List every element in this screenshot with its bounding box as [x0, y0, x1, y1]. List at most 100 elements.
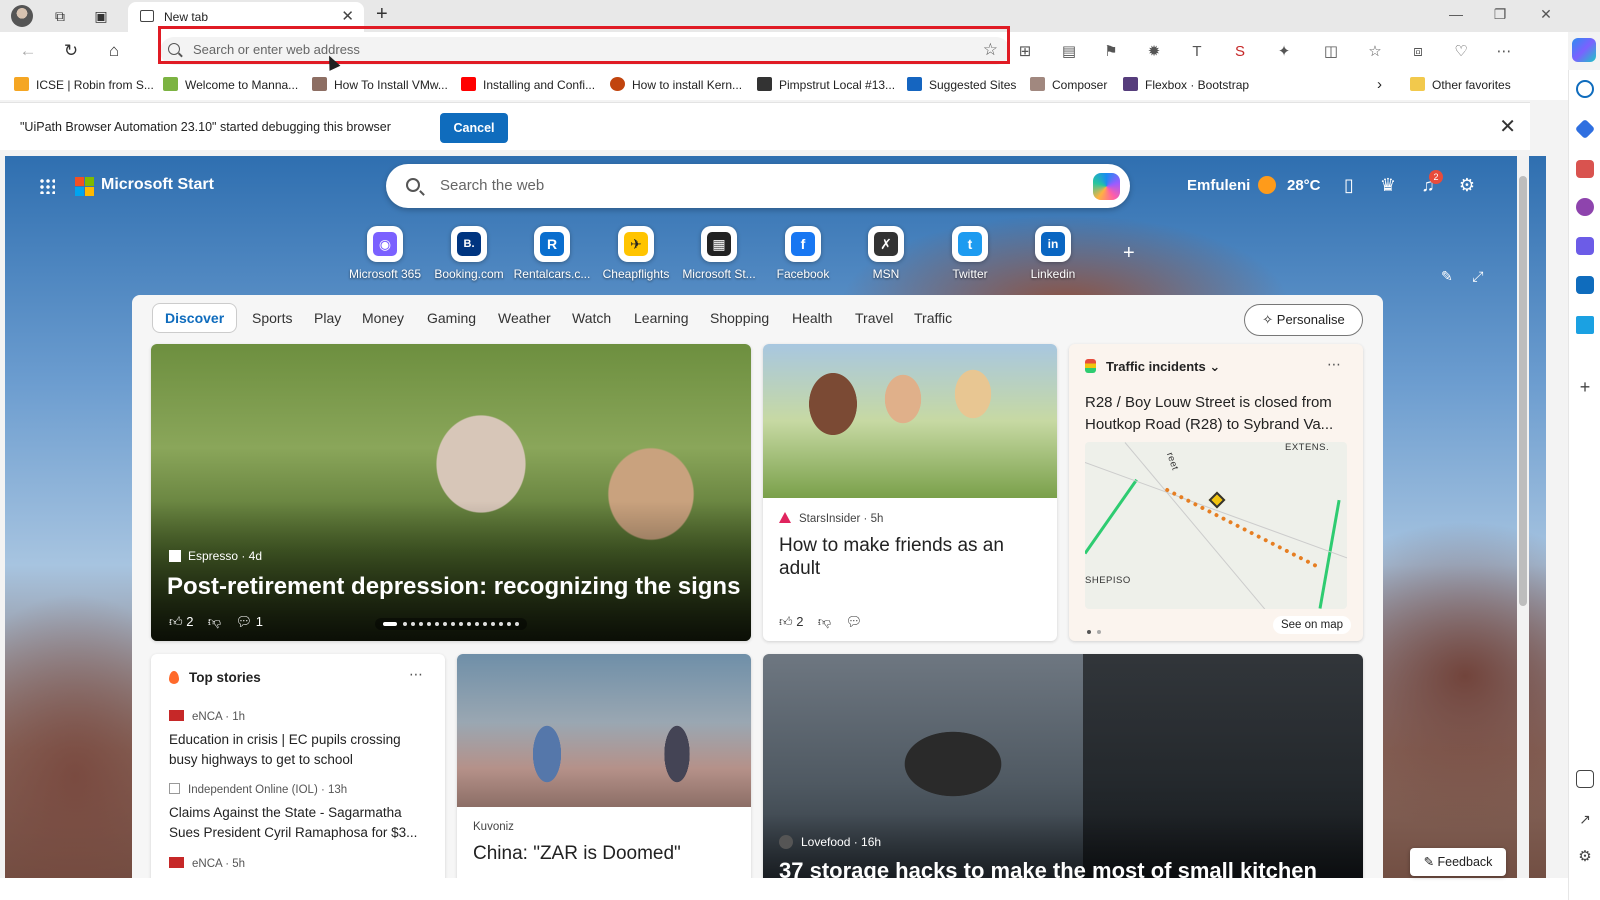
tab-money[interactable]: Money	[362, 310, 404, 326]
external-link-icon[interactable]: ↗	[1576, 810, 1594, 828]
add-quicklink-icon[interactable]: +	[1123, 242, 1135, 265]
tab-weather[interactable]: Weather	[498, 310, 551, 326]
list-item[interactable]: eNCA · 1h Education in crisis | EC pupil…	[169, 710, 431, 770]
dislike-icon[interactable]: 👎︎	[818, 614, 831, 629]
page-scrollbar[interactable]	[1517, 156, 1529, 900]
comment-icon[interactable]: 💬︎	[846, 614, 863, 629]
quicklink-twitter[interactable]: t Twitter	[928, 226, 1012, 281]
page-settings-gear-icon[interactable]: ⚙	[1456, 174, 1478, 196]
expand-icon[interactable]: ⤢	[1472, 268, 1483, 284]
favorite-item[interactable]: ICSE | Robin from S...	[14, 76, 154, 94]
carousel-indicator[interactable]	[375, 618, 527, 630]
drop-icon[interactable]	[1576, 316, 1594, 334]
close-window-button[interactable]: ✕	[1531, 6, 1561, 23]
rewards-trophy-icon[interactable]: ♛	[1377, 174, 1399, 196]
tab-gaming[interactable]: Gaming	[427, 310, 476, 326]
favorite-item[interactable]: Suggested Sites	[907, 76, 1016, 94]
incident-pin-icon[interactable]	[1208, 491, 1226, 509]
close-tab-icon[interactable]: ✕	[341, 7, 354, 25]
tab-shopping[interactable]: Shopping	[710, 310, 769, 326]
split-screen-icon[interactable]: ◫	[1320, 41, 1342, 63]
tab-new-tab[interactable]: New tab ✕	[128, 2, 364, 32]
article-card[interactable]: Kuvoniz China: "ZAR is Doomed"	[457, 654, 751, 900]
copilot-icon[interactable]	[1093, 173, 1120, 200]
traffic-map[interactable]: EXTENS. SHEPISO reet	[1085, 442, 1347, 609]
more-options-icon[interactable]: ⋯	[1327, 356, 1341, 373]
new-tab-button[interactable]: +	[376, 3, 388, 26]
article-headline[interactable]: How to make friends as an adult	[779, 534, 1039, 580]
mobile-app-icon[interactable]: ▯	[1338, 174, 1360, 196]
quicklink-cheapflights[interactable]: ✈ Cheapflights	[594, 226, 678, 281]
web-search-input[interactable]	[440, 177, 1040, 194]
extension-t-icon[interactable]: T	[1186, 41, 1208, 63]
like-icon[interactable]: 👍︎	[779, 614, 793, 629]
games-icon[interactable]	[1576, 198, 1594, 216]
traffic-incidents-card[interactable]: Traffic incidents ⌄ ⋯ R28 / Boy Louw Str…	[1069, 344, 1363, 641]
scrollbar-thumb[interactable]	[1519, 176, 1527, 606]
favorite-item[interactable]: How to install Kern...	[610, 76, 742, 94]
extension-gear-icon[interactable]: ✹	[1143, 41, 1165, 63]
add-favorite-star-icon[interactable]: ☆	[983, 40, 998, 60]
favorite-item[interactable]: How To Install VMw...	[312, 76, 448, 94]
favorite-item[interactable]: Installing and Confi...	[461, 76, 595, 94]
hero-article-card[interactable]: Espresso · 4d Post-retirement depression…	[151, 344, 751, 641]
favorites-overflow-chevron-icon[interactable]: ›	[1377, 76, 1382, 94]
extension-s-icon[interactable]: S	[1229, 41, 1251, 63]
traffic-card-title[interactable]: Traffic incidents ⌄	[1085, 359, 1220, 375]
article-card[interactable]: Lovefood · 16h 37 storage hacks to make …	[763, 654, 1363, 900]
article-card[interactable]: StarsInsider · 5h How to make friends as…	[763, 344, 1057, 641]
quicklink-facebook[interactable]: f Facebook	[761, 226, 845, 281]
weather-temperature[interactable]: 28°C	[1287, 177, 1321, 194]
address-input[interactable]	[193, 42, 953, 57]
tab-watch[interactable]: Watch	[572, 310, 611, 326]
hide-sidebar-icon[interactable]	[1576, 770, 1594, 788]
tab-actions-icon[interactable]: ▣	[91, 6, 111, 26]
shopping-tag-icon[interactable]	[1574, 118, 1596, 140]
workspaces-icon[interactable]: ⧉	[50, 6, 70, 26]
extension-translate-icon[interactable]: ⊞	[1014, 41, 1036, 63]
list-item[interactable]: Independent Online (IOL) · 13h Claims Ag…	[169, 783, 431, 843]
favorite-item[interactable]: Composer	[1030, 76, 1107, 94]
quicklink-booking[interactable]: B. Booking.com	[427, 226, 511, 281]
dislike-icon[interactable]: 👎︎	[208, 614, 221, 629]
settings-more-icon[interactable]: ⋯	[1493, 41, 1515, 63]
outlook-icon[interactable]	[1576, 276, 1594, 294]
edit-layout-icon[interactable]: ✎	[1441, 268, 1453, 284]
microsoft-365-icon[interactable]	[1576, 237, 1594, 255]
favorites-icon[interactable]: ☆	[1364, 41, 1386, 63]
browser-essentials-icon[interactable]: ♡	[1450, 41, 1472, 63]
tab-discover[interactable]: Discover	[152, 303, 238, 333]
quicklink-rentalcars[interactable]: R Rentalcars.c...	[510, 226, 594, 281]
home-button[interactable]: ⌂	[102, 39, 126, 63]
collections-icon[interactable]: ⧈	[1407, 41, 1429, 63]
tab-sports[interactable]: Sports	[252, 310, 292, 326]
more-options-icon[interactable]: ⋯	[409, 666, 423, 683]
tools-icon[interactable]	[1576, 160, 1594, 178]
tab-learning[interactable]: Learning	[634, 310, 689, 326]
other-favorites-folder[interactable]: Other favorites	[1410, 76, 1511, 94]
flag-icon[interactable]: ⚑	[1100, 41, 1122, 63]
web-search-box[interactable]	[386, 164, 1130, 208]
feedback-button[interactable]: ✎ Feedback	[1410, 848, 1506, 876]
tab-travel[interactable]: Travel	[855, 310, 893, 326]
comment-icon[interactable]: 💬︎	[236, 614, 253, 629]
profile-avatar[interactable]	[11, 5, 33, 27]
personalise-button[interactable]: ✧ Personalise	[1244, 304, 1363, 336]
extension-app-icon[interactable]: ▤	[1058, 41, 1080, 63]
tab-traffic[interactable]: Traffic	[914, 310, 952, 326]
list-item[interactable]: eNCA · 5h	[169, 857, 431, 870]
quicklink-msn[interactable]: ✗ MSN	[844, 226, 928, 281]
sidebar-settings-icon[interactable]: ⚙	[1576, 848, 1594, 866]
close-infobar-icon[interactable]: ✕	[1499, 114, 1516, 139]
refresh-button[interactable]: ↻	[59, 39, 83, 63]
restore-button[interactable]: ❐	[1485, 6, 1515, 23]
back-button[interactable]: ←	[16, 39, 40, 63]
see-on-map-button[interactable]: See on map	[1272, 616, 1351, 634]
article-headline[interactable]: Post-retirement depression: recognizing …	[167, 573, 740, 601]
search-icon[interactable]	[1576, 80, 1594, 98]
favorite-item[interactable]: Welcome to Manna...	[163, 76, 298, 94]
like-icon[interactable]: 👍︎	[169, 614, 183, 629]
quicklink-microsoft-365[interactable]: ◉ Microsoft 365	[343, 226, 427, 281]
tab-health[interactable]: Health	[792, 310, 832, 326]
weather-location[interactable]: Emfuleni	[1187, 177, 1250, 194]
